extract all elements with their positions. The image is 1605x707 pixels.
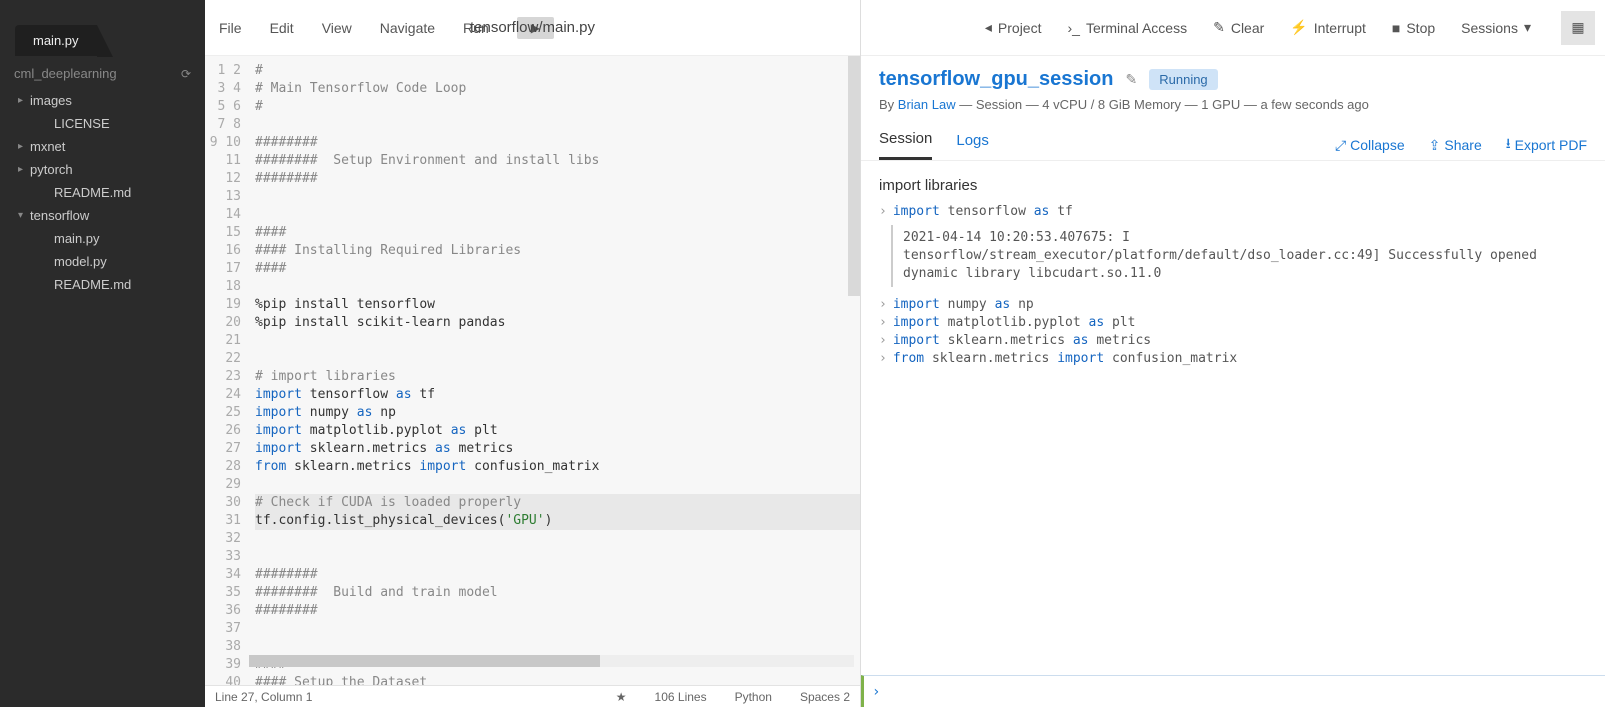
session-pane: ◂ Project ›_ Terminal Access ✎ Clear ⚡ I… bbox=[861, 0, 1605, 707]
tree-item-images[interactable]: ▸images bbox=[8, 89, 205, 112]
interrupt-button[interactable]: ⚡ Interrupt bbox=[1290, 19, 1366, 36]
session-meta: By Brian Law — Session — 4 vCPU / 8 GiB … bbox=[879, 97, 1587, 112]
stop-button[interactable]: ■ Stop bbox=[1392, 20, 1435, 36]
output-line: ›import numpy as np bbox=[879, 297, 1587, 312]
cell-label: import libraries bbox=[879, 177, 1587, 194]
sidebar: main.py cml_deeplearning ⟳ ▸imagesLICENS… bbox=[0, 0, 205, 707]
tree-item-pytorch[interactable]: ▸pytorch bbox=[8, 158, 205, 181]
session-prompt[interactable]: › bbox=[861, 675, 1605, 707]
sessions-dropdown[interactable]: Sessions ▾ bbox=[1461, 19, 1531, 36]
tab-session[interactable]: Session bbox=[879, 130, 932, 160]
grid-icon[interactable]: ▦ bbox=[1561, 11, 1595, 45]
author-link[interactable]: Brian Law bbox=[898, 97, 956, 112]
menu-bar: FileEditViewNavigateRun ▶ tensorflow/mai… bbox=[205, 0, 860, 56]
log-output: 2021-04-14 10:20:53.407675: I tensorflow… bbox=[891, 225, 1587, 287]
menu-navigate[interactable]: Navigate bbox=[380, 20, 435, 36]
project-header: cml_deeplearning ⟳ bbox=[0, 56, 205, 87]
language-mode[interactable]: Python bbox=[735, 690, 772, 704]
tab-logs[interactable]: Logs bbox=[956, 132, 989, 159]
breadcrumb: tensorflow/main.py bbox=[470, 19, 595, 36]
output-line: ›import sklearn.metrics as metrics bbox=[879, 333, 1587, 348]
menu-file[interactable]: File bbox=[219, 20, 242, 36]
star-icon[interactable]: ★ bbox=[616, 690, 627, 704]
indent-mode[interactable]: Spaces 2 bbox=[800, 690, 850, 704]
output-line: ›from sklearn.metrics import confusion_m… bbox=[879, 351, 1587, 366]
session-title[interactable]: tensorflow_gpu_session bbox=[879, 68, 1114, 91]
refresh-icon[interactable]: ⟳ bbox=[181, 67, 191, 81]
code-body[interactable]: # # Main Tensorflow Code Loop # ########… bbox=[249, 56, 860, 685]
line-count: 106 Lines bbox=[655, 690, 707, 704]
project-button[interactable]: ◂ Project bbox=[985, 19, 1042, 36]
tree-item-mxnet[interactable]: ▸mxnet bbox=[8, 135, 205, 158]
output-line: ›import matplotlib.pyplot as plt bbox=[879, 315, 1587, 330]
collapse-button[interactable]: ⤢ Collapse bbox=[1335, 137, 1405, 154]
clear-button[interactable]: ✎ Clear bbox=[1213, 19, 1264, 36]
editor-pane: FileEditViewNavigateRun ▶ tensorflow/mai… bbox=[205, 0, 861, 707]
cursor-position: Line 27, Column 1 bbox=[215, 690, 312, 704]
tree-item-model-py[interactable]: model.py bbox=[8, 250, 205, 273]
output-line: ›import tensorflow as tf bbox=[879, 204, 1587, 219]
vertical-scrollbar[interactable] bbox=[848, 56, 860, 296]
horizontal-scrollbar[interactable] bbox=[249, 655, 854, 667]
session-tabs: Session Logs ⤢ Collapse ⇪ Share ⭳ Export… bbox=[861, 116, 1605, 161]
session-output: import libraries ›import tensorflow as t… bbox=[861, 161, 1605, 675]
terminal-button[interactable]: ›_ Terminal Access bbox=[1067, 20, 1187, 36]
project-name: cml_deeplearning bbox=[14, 66, 117, 81]
tree-item-readme-md[interactable]: README.md bbox=[8, 181, 205, 204]
session-header: tensorflow_gpu_session ✎ Running By Bria… bbox=[861, 56, 1605, 116]
tree-item-main-py[interactable]: main.py bbox=[8, 227, 205, 250]
menu-view[interactable]: View bbox=[322, 20, 352, 36]
session-toolbar: ◂ Project ›_ Terminal Access ✎ Clear ⚡ I… bbox=[861, 0, 1605, 56]
status-bar: Line 27, Column 1 ★ 106 Lines Python Spa… bbox=[205, 685, 860, 707]
export-pdf-button[interactable]: ⭳ Export PDF bbox=[1506, 133, 1587, 157]
menu-edit[interactable]: Edit bbox=[270, 20, 294, 36]
tree-item-tensorflow[interactable]: ▾tensorflow bbox=[8, 204, 205, 227]
code-editor[interactable]: 1 2 3 4 5 6 7 8 9 10 11 12 13 14 15 16 1… bbox=[205, 56, 860, 685]
share-button[interactable]: ⇪ Share bbox=[1429, 137, 1482, 154]
open-files-tabbar: main.py bbox=[0, 0, 205, 56]
edit-title-icon[interactable]: ✎ bbox=[1126, 71, 1138, 88]
line-gutter: 1 2 3 4 5 6 7 8 9 10 11 12 13 14 15 16 1… bbox=[205, 56, 249, 685]
status-badge: Running bbox=[1149, 69, 1217, 90]
file-tab-main[interactable]: main.py bbox=[15, 25, 97, 56]
file-tree: ▸imagesLICENSE▸mxnet▸pytorchREADME.md▾te… bbox=[0, 87, 205, 296]
tree-item-license[interactable]: LICENSE bbox=[8, 112, 205, 135]
tree-item-readme-md[interactable]: README.md bbox=[8, 273, 205, 296]
